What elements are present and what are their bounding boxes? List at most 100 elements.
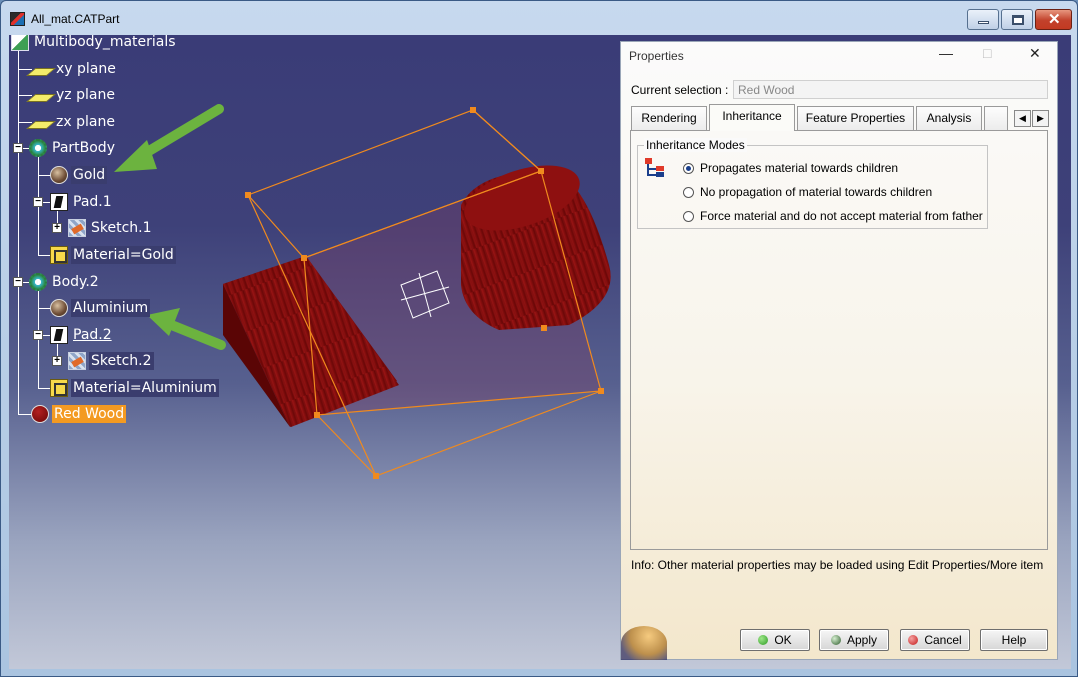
catia-app-icon <box>10 12 25 26</box>
tree-node-sketch1[interactable]: Sketch.1 <box>68 218 154 238</box>
minimize-icon <box>978 21 989 24</box>
tab-hidden-next[interactable] <box>984 106 1008 130</box>
tree-node-sketch2[interactable]: Sketch.2 <box>68 351 154 371</box>
expand-sketch1-toggle[interactable]: + <box>52 223 62 233</box>
ok-icon <box>758 635 769 645</box>
part-icon <box>11 35 29 51</box>
dialog-title: Properties <box>629 49 684 63</box>
ok-button[interactable]: OK <box>740 629 810 651</box>
tree-node-material-gold[interactable]: Material=Gold <box>50 245 176 265</box>
radio-button[interactable] <box>683 210 694 222</box>
tree-node-pad2[interactable]: Pad.2 <box>50 325 114 345</box>
tree-node-label: PartBody <box>52 140 115 156</box>
tree-node-zx-plane[interactable]: zx plane <box>26 112 117 132</box>
tree-node-material-aluminium[interactable]: Material=Aluminium <box>50 378 219 398</box>
info-text: Info: Other material properties may be l… <box>631 558 1044 572</box>
collapse-body2-toggle[interactable]: − <box>13 277 23 287</box>
tree-node-pad1[interactable]: Pad.1 <box>50 192 114 212</box>
tab-scroll-left-icon[interactable]: ◀ <box>1014 110 1031 127</box>
globe-decoration-icon <box>621 626 667 660</box>
body-gear-icon <box>29 273 47 291</box>
current-selection-field: Red Wood <box>733 80 1048 99</box>
apply-button[interactable]: Apply <box>819 629 889 651</box>
tree-node-label: Aluminium <box>71 299 151 317</box>
tree-node-label: Material=Gold <box>71 246 176 264</box>
collapse-partbody-toggle[interactable]: − <box>13 143 23 153</box>
plane-icon <box>26 121 56 129</box>
dialog-minimize-button[interactable]: — <box>939 45 953 61</box>
tree-node-label: Gold <box>71 166 108 184</box>
tree-node-label: Sketch.2 <box>89 352 154 370</box>
maximize-button[interactable] <box>1001 9 1033 30</box>
title-bar[interactable]: All_mat.CATPart ✕ <box>1 1 1077 35</box>
tree-node-label: zx plane <box>56 114 115 130</box>
tree-node-body2[interactable]: Body.2 <box>29 272 101 292</box>
material-ball-icon <box>50 166 68 184</box>
option-propagate[interactable]: Propagates material towards children <box>683 161 898 175</box>
tab-analysis[interactable]: Analysis <box>916 106 982 130</box>
sketch-icon <box>68 219 86 237</box>
material-ball-icon <box>31 405 49 423</box>
group-title: Inheritance Modes <box>644 138 747 152</box>
tree-node-red-wood[interactable]: Red Wood <box>31 404 127 424</box>
window-title: All_mat.CATPart <box>31 12 120 26</box>
material-ball-icon <box>50 299 68 317</box>
tree-node-aluminium[interactable]: Aluminium <box>50 298 151 318</box>
option-force-material[interactable]: Force material and do not accept materia… <box>683 209 983 223</box>
apply-icon <box>830 635 841 645</box>
tree-root-label: Multibody_materials <box>34 35 176 50</box>
option-label: Force material and do not accept materia… <box>700 209 983 223</box>
help-button[interactable]: Help <box>980 629 1048 651</box>
tab-feature-properties[interactable]: Feature Properties <box>797 106 914 130</box>
maximize-icon <box>1012 15 1024 25</box>
tree-node-xy-plane[interactable]: xy plane <box>26 59 118 79</box>
expand-sketch2-toggle[interactable]: + <box>52 356 62 366</box>
apply-label: Apply <box>846 633 878 647</box>
tree-node-label: Pad.2 <box>73 327 112 343</box>
tree-node-label: Material=Aluminium <box>71 379 219 397</box>
plane-icon <box>26 68 56 76</box>
tab-scroll-right-icon[interactable]: ▶ <box>1032 110 1049 127</box>
tree-node-yz-plane[interactable]: yz plane <box>26 85 117 105</box>
inheritance-panel: Inheritance Modes Propagates material to… <box>630 130 1048 550</box>
tab-inheritance[interactable]: Inheritance <box>709 104 795 131</box>
inheritance-modes-group: Inheritance Modes Propagates material to… <box>637 138 988 229</box>
body-gear-icon <box>29 139 47 157</box>
option-no-propagation[interactable]: No propagation of material towards child… <box>683 185 932 199</box>
properties-dialog: Properties — □ ✕ Current selection : Red… <box>620 41 1058 660</box>
inheritance-tree-icon <box>645 158 664 177</box>
option-label: Propagates material towards children <box>700 161 899 175</box>
tree-node-label: Pad.1 <box>73 194 112 210</box>
tree-node-label: xy plane <box>56 61 116 77</box>
tab-rendering[interactable]: Rendering <box>631 106 707 130</box>
tree-node-label: yz plane <box>56 87 115 103</box>
cancel-button[interactable]: Cancel <box>900 629 970 651</box>
material-link-icon <box>50 246 68 264</box>
tree-node-gold[interactable]: Gold <box>50 165 108 185</box>
radio-button[interactable] <box>683 186 694 198</box>
tree-node-label: Sketch.1 <box>91 220 152 236</box>
option-label: No propagation of material towards child… <box>700 185 933 199</box>
cancel-icon <box>908 635 919 645</box>
material-link-icon <box>50 379 68 397</box>
tree-node-label: Red Wood <box>52 405 127 423</box>
plane-icon <box>26 94 56 102</box>
collapse-pad2-toggle[interactable]: − <box>33 330 43 340</box>
current-selection-label: Current selection : <box>631 83 729 97</box>
minimize-button[interactable] <box>967 9 999 30</box>
radio-button-selected[interactable] <box>683 162 694 174</box>
dialog-close-button[interactable]: ✕ <box>1029 45 1041 62</box>
help-label: Help <box>1001 633 1027 647</box>
ok-label: OK <box>774 633 792 647</box>
collapse-pad1-toggle[interactable]: − <box>33 197 43 207</box>
tree-root[interactable]: Multibody_materials <box>11 35 178 52</box>
pad-icon <box>50 193 68 211</box>
cancel-label: Cancel <box>924 633 962 647</box>
specification-tree[interactable]: Multibody_materials xy plane yz plane zx… <box>9 35 269 435</box>
close-button[interactable]: ✕ <box>1035 9 1072 30</box>
tree-node-label: Body.2 <box>52 274 99 290</box>
tree-node-partbody[interactable]: PartBody <box>29 138 117 158</box>
pad-icon <box>50 326 68 344</box>
dialog-maximize-button: □ <box>983 45 992 61</box>
sketch-icon <box>68 352 86 370</box>
